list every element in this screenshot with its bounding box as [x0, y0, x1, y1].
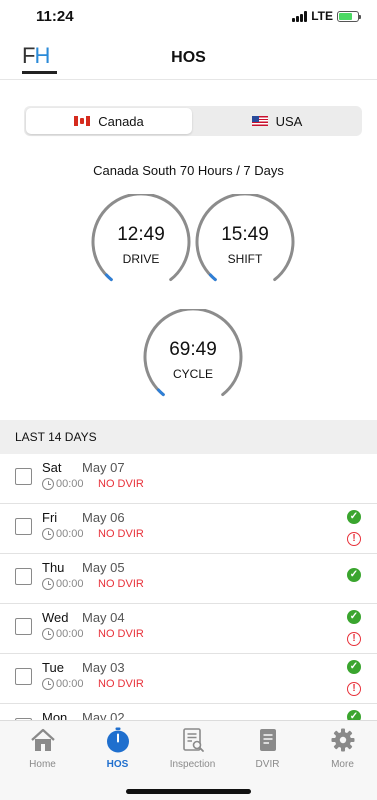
section-title: LAST 14 DAYS	[15, 430, 97, 444]
alert-circle-icon: !	[347, 632, 361, 646]
day-row[interactable]: Wed May 04 00:00 NO DVIR ✓ !	[0, 604, 377, 654]
tab-usa[interactable]: USA	[194, 108, 360, 134]
day-list: Sat May 07 00:00 NO DVIR Fri May 06 00:0…	[0, 454, 377, 720]
drive-time: 12:49	[117, 224, 165, 245]
stopwatch-icon	[105, 727, 131, 753]
battery-icon	[337, 10, 361, 22]
drive-gauge: 12:49 DRIVE	[90, 194, 192, 296]
tab-home-label: Home	[29, 759, 56, 770]
dvir-status: NO DVIR	[98, 528, 144, 540]
check-circle-icon: ✓	[347, 610, 361, 624]
day-name: Sat	[42, 460, 62, 475]
clock-icon	[42, 678, 54, 690]
day-name: Thu	[42, 560, 65, 575]
cycle-label: CYCLE	[172, 367, 213, 381]
inspection-icon	[180, 727, 206, 753]
day-name: Wed	[42, 610, 69, 625]
day-row[interactable]: Tue May 03 00:00 NO DVIR ✓ !	[0, 654, 377, 704]
day-hours: 00:00	[56, 528, 84, 540]
network-label: LTE	[311, 9, 333, 23]
document-icon	[255, 727, 281, 753]
dvir-status: NO DVIR	[98, 578, 144, 590]
check-circle-icon: ✓	[347, 510, 361, 524]
clock-icon	[42, 628, 54, 640]
status-time: 11:24	[36, 8, 74, 25]
shift-label: SHIFT	[227, 252, 263, 266]
tab-canada-label: Canada	[98, 113, 144, 129]
day-date: May 05	[82, 560, 125, 575]
day-row[interactable]: Thu May 05 00:00 NO DVIR ✓	[0, 554, 377, 604]
check-circle-icon: ✓	[347, 660, 361, 674]
day-checkbox[interactable]	[15, 468, 32, 485]
tab-inspection-label: Inspection	[169, 759, 216, 770]
tab-usa-label: USA	[275, 113, 303, 129]
shift-gauge: 15:49 SHIFT	[194, 194, 296, 296]
day-date: May 03	[82, 660, 125, 675]
day-date: May 02	[82, 710, 125, 720]
tab-dvir-label: DVIR	[255, 759, 280, 770]
dvir-status: NO DVIR	[98, 478, 144, 490]
tab-more[interactable]: More	[305, 727, 377, 777]
day-date: May 06	[82, 510, 125, 525]
day-hours: 00:00	[56, 478, 84, 490]
day-row[interactable]: Mon May 02 ✓	[0, 704, 377, 720]
last-14-days-header: LAST 14 DAYS	[0, 420, 377, 454]
tab-dvir[interactable]: DVIR	[230, 727, 305, 777]
home-indicator	[126, 789, 251, 794]
alert-circle-icon: !	[347, 532, 361, 546]
cycle-time: 69:49	[169, 339, 217, 360]
tab-hos-label: HOS	[106, 759, 129, 770]
alert-circle-icon: !	[347, 682, 361, 696]
day-hours: 00:00	[56, 678, 84, 690]
check-circle-icon: ✓	[347, 568, 361, 582]
day-checkbox[interactable]	[15, 618, 32, 635]
day-name: Mon	[42, 710, 68, 720]
day-row[interactable]: Fri May 06 00:00 NO DVIR ✓ !	[0, 504, 377, 554]
day-name: Tue	[42, 660, 64, 675]
app-header: FH HOS	[0, 36, 377, 80]
gear-icon	[330, 727, 356, 753]
clock-icon	[42, 478, 54, 490]
clock-icon	[42, 578, 54, 590]
drive-label: DRIVE	[122, 252, 160, 266]
cycle-gauge: 69:49 CYCLE	[142, 309, 244, 411]
region-segmented-control: Canada USA	[24, 106, 362, 136]
bottom-tab-bar: Home HOS Inspection DVIR More	[0, 720, 377, 800]
status-bar: 11:24 LTE	[0, 0, 377, 34]
usa-flag-icon	[251, 116, 268, 126]
day-hours: 00:00	[56, 578, 84, 590]
day-hours: 00:00	[56, 628, 84, 640]
tab-home[interactable]: Home	[5, 727, 80, 777]
tab-hos[interactable]: HOS	[80, 727, 155, 777]
dvir-status: NO DVIR	[98, 678, 144, 690]
canada-flag-icon	[74, 116, 91, 126]
day-date: May 04	[82, 610, 125, 625]
clock-icon	[42, 528, 54, 540]
tab-inspection[interactable]: Inspection	[155, 727, 230, 777]
day-checkbox[interactable]	[15, 668, 32, 685]
tab-canada[interactable]: Canada	[26, 108, 192, 134]
tab-more-label: More	[331, 759, 354, 770]
page-title: HOS	[171, 49, 206, 66]
cycle-rule-text: Canada South 70 Hours / 7 Days	[93, 163, 284, 178]
status-indicators: LTE	[292, 9, 361, 23]
day-date: May 07	[82, 460, 125, 475]
day-checkbox[interactable]	[15, 568, 32, 585]
day-name: Fri	[42, 510, 58, 525]
shift-time: 15:49	[221, 224, 269, 245]
signal-icon	[292, 10, 308, 22]
home-icon	[30, 727, 56, 753]
day-row[interactable]: Sat May 07 00:00 NO DVIR	[0, 454, 377, 504]
check-circle-icon: ✓	[347, 710, 361, 720]
dvir-status: NO DVIR	[98, 628, 144, 640]
day-checkbox[interactable]	[15, 518, 32, 535]
